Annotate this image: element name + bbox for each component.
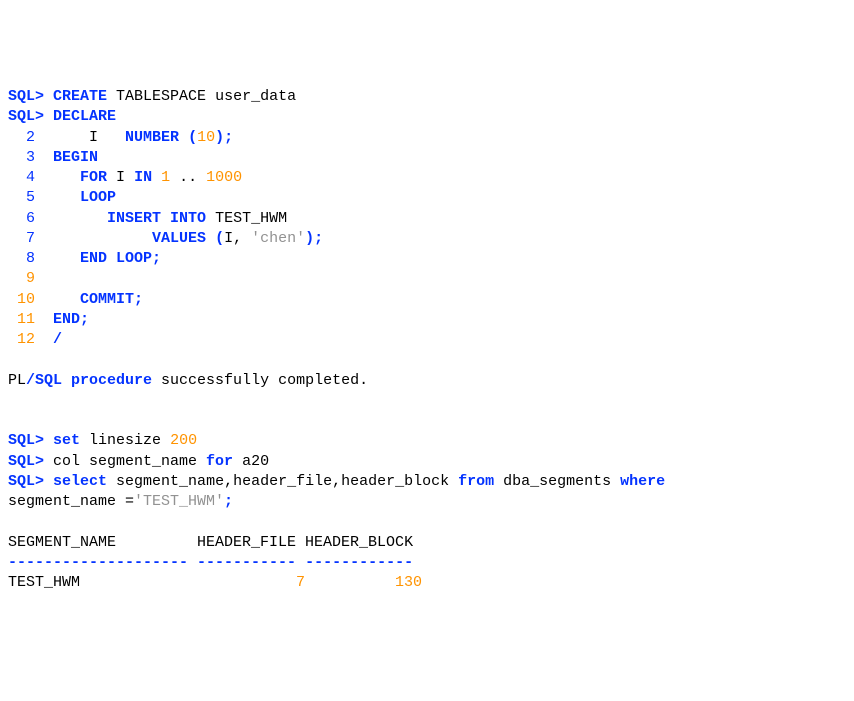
paren: ); [305, 230, 323, 247]
keyword-from: from [458, 473, 494, 490]
text: /SQL procedure [26, 372, 152, 389]
paren: ( [188, 129, 197, 146]
sep: -------------------- [8, 554, 188, 571]
number-literal: 1 [161, 169, 170, 186]
keyword-begin: BEGIN [53, 149, 98, 166]
text: I [53, 129, 125, 146]
table-row: TEST_HWM7130 [8, 573, 846, 593]
keyword-insert: INSERT [107, 210, 161, 227]
number-literal: 200 [170, 432, 197, 449]
text: TABLESPACE user_data [107, 88, 296, 105]
terminal-output: SQL> CREATE TABLESPACE user_data SQL> DE… [8, 87, 846, 593]
line-number: 12 [8, 330, 35, 350]
column-header-header-file: HEADER_FILE [197, 533, 296, 553]
sql-prompt: SQL> [8, 108, 44, 125]
table-header: SEGMENT_NAMEHEADER_FILE HEADER_BLOCK [8, 533, 846, 553]
keyword-number: NUMBER [125, 129, 179, 146]
text: col segment_name [44, 453, 206, 470]
keyword-values: VALUES [152, 230, 206, 247]
line-number: 7 [8, 229, 35, 249]
sql-prompt: SQL> [8, 473, 44, 490]
text [53, 169, 80, 186]
text: linesize [80, 432, 170, 449]
keyword-select: select [53, 473, 107, 490]
text: dba_segments [494, 473, 620, 490]
paren: ( [215, 230, 224, 247]
number-literal: 1000 [206, 169, 242, 186]
line-number: 10 [8, 290, 35, 310]
string-literal: 'chen' [251, 230, 305, 247]
line-number: 8 [8, 249, 35, 269]
text: a20 [233, 453, 269, 470]
keyword-end: END [80, 250, 107, 267]
sql-prompt: SQL> [8, 88, 44, 105]
line-number: 6 [8, 209, 35, 229]
text: segment_name = [8, 493, 134, 510]
keyword-set: set [53, 432, 80, 449]
line-number: 11 [8, 310, 35, 330]
text: PL [8, 372, 26, 389]
semicolon: ; [224, 493, 233, 510]
text: segment_name,header_file,header_block [107, 473, 458, 490]
completion-message: successfully completed. [152, 372, 368, 389]
text: TEST_HWM [206, 210, 287, 227]
keyword-commit: COMMIT; [80, 291, 143, 308]
text [152, 169, 161, 186]
cell-header-file: 7 [197, 573, 305, 593]
keyword-create: CREATE [53, 88, 107, 105]
sql-prompt: SQL> [8, 432, 44, 449]
cell-segment-name: TEST_HWM [8, 573, 197, 593]
line-number: 4 [8, 168, 35, 188]
sep: ----------- [197, 554, 296, 571]
table-separator: -------------------- ----------- -------… [8, 553, 846, 573]
sep: ------------ [305, 554, 413, 571]
keyword-end: END; [53, 311, 89, 328]
slash: / [53, 331, 62, 348]
text: .. [170, 169, 206, 186]
line-number: 9 [8, 269, 35, 289]
keyword-for: for [206, 453, 233, 470]
keyword-loop: LOOP; [116, 250, 161, 267]
paren: ); [215, 129, 233, 146]
column-header-segment-name: SEGMENT_NAME [8, 533, 197, 553]
cell-header-block: 130 [305, 573, 422, 593]
number-literal: 10 [197, 129, 215, 146]
line-number: 2 [8, 128, 35, 148]
line-number: 3 [8, 148, 35, 168]
text: I, [224, 230, 251, 247]
column-header-header-block: HEADER_BLOCK [305, 533, 413, 553]
sql-prompt: SQL> [8, 453, 44, 470]
keyword-declare: DECLARE [53, 108, 116, 125]
keyword-loop: LOOP [80, 189, 116, 206]
string-literal: 'TEST_HWM' [134, 493, 224, 510]
keyword-for: FOR [80, 169, 107, 186]
line-number: 5 [8, 188, 35, 208]
keyword-in: IN [134, 169, 152, 186]
keyword-where: where [620, 473, 665, 490]
text: I [107, 169, 134, 186]
keyword-into: INTO [170, 210, 206, 227]
